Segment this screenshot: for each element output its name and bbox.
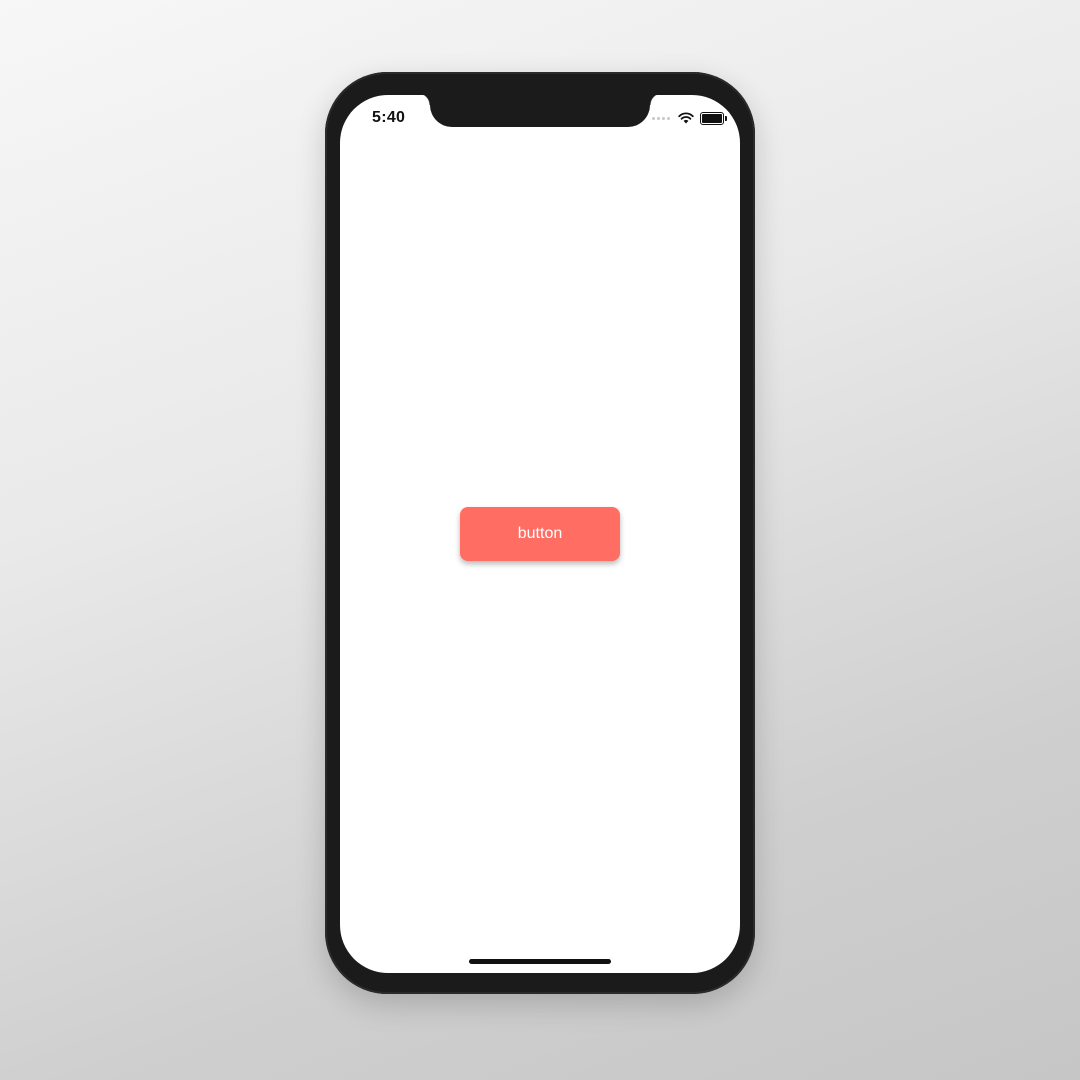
phone-screen: 5:40 button: [340, 95, 740, 973]
phone-frame: 5:40 button: [325, 72, 755, 994]
main-button[interactable]: button: [460, 507, 620, 561]
notch: [418, 95, 662, 127]
signal-dots-icon: [652, 116, 670, 120]
battery-icon: [700, 111, 727, 125]
wifi-icon: [678, 112, 694, 124]
status-time: 5:40: [372, 109, 406, 126]
home-indicator[interactable]: [469, 959, 611, 964]
status-icons: [652, 111, 727, 125]
